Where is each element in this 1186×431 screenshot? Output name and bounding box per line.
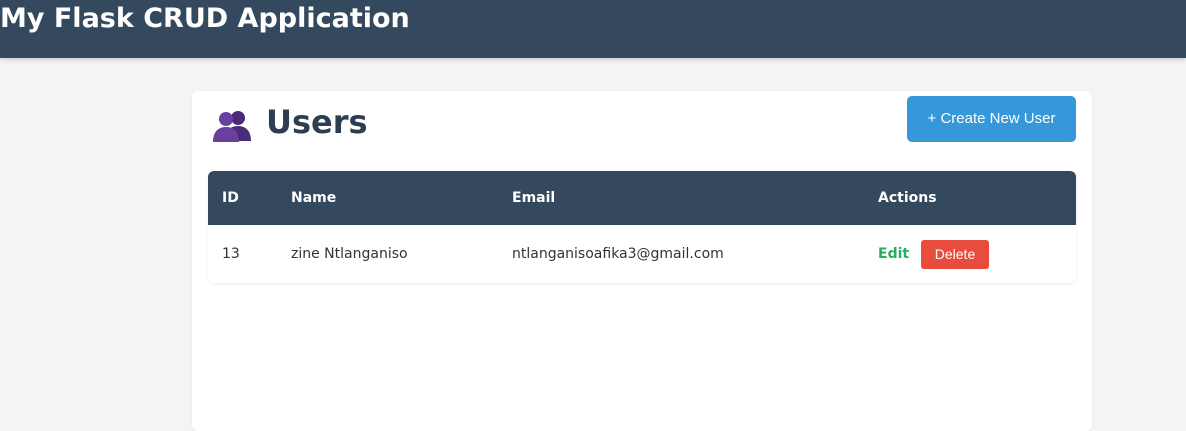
cell-email: ntlanganisoafika3@gmail.com [512, 246, 724, 262]
users-card: Users + Create New User ID Name Email Ac… [192, 91, 1092, 431]
column-header-name: Name [291, 190, 337, 206]
create-user-button[interactable]: + Create New User [907, 96, 1076, 142]
edit-link[interactable]: Edit [878, 225, 909, 283]
cell-id: 13 [222, 246, 240, 262]
cell-name: zine Ntlanganiso [291, 246, 408, 262]
delete-button[interactable]: Delete [921, 240, 989, 269]
column-header-id: ID [222, 190, 239, 206]
app-title: My Flask CRUD Application [0, 3, 410, 34]
app-header: My Flask CRUD Application [0, 0, 1186, 58]
users-icon [212, 107, 252, 143]
column-header-email: Email [512, 190, 556, 206]
page-title: Users [266, 103, 368, 141]
table-header: ID Name Email Actions [208, 171, 1076, 225]
column-header-actions: Actions [878, 190, 937, 206]
table-row: 13 zine Ntlanganiso ntlanganisoafika3@gm… [208, 225, 1076, 283]
users-table: ID Name Email Actions 13 zine Ntlanganis… [208, 171, 1076, 283]
